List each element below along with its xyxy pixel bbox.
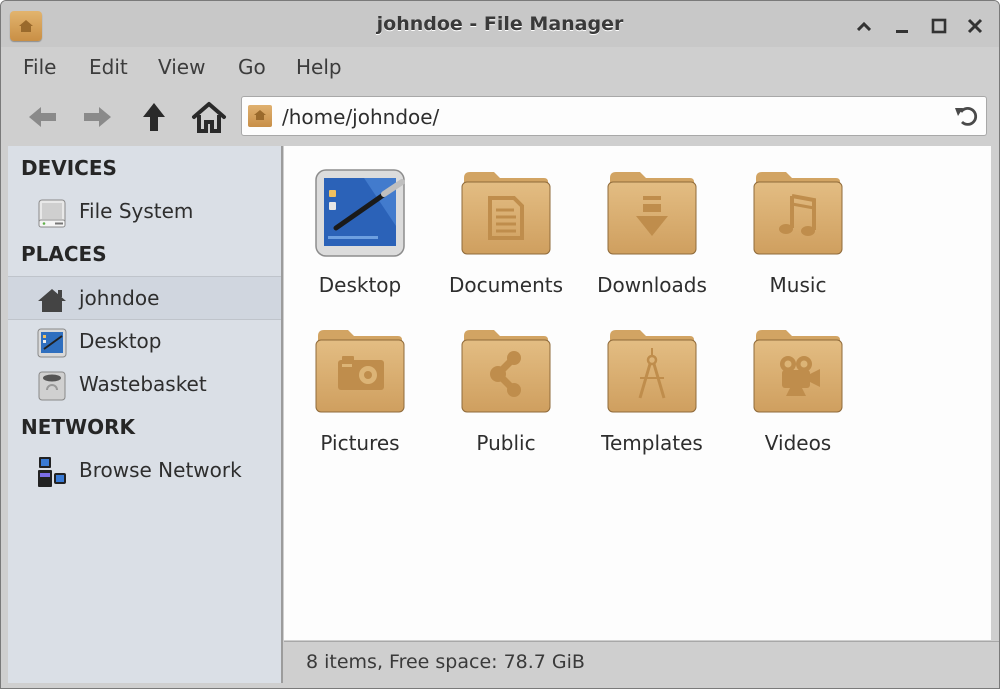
menu-view[interactable]: View xyxy=(158,55,205,79)
status-bar: 8 items, Free space: 78.7 GiB xyxy=(284,641,999,684)
sidebar-item-label: Browse Network xyxy=(79,458,242,482)
desktop-icon xyxy=(37,328,67,358)
sidebar-item-file-system[interactable]: File System xyxy=(8,190,281,232)
file-view[interactable]: Desktop Documents Downloads Music Pictur… xyxy=(284,146,991,640)
file-item-desktop[interactable]: Desktop xyxy=(286,146,426,297)
sidebar-item-label: johndoe xyxy=(79,286,160,310)
file-name: Videos xyxy=(764,431,832,455)
section-network: NETWORK xyxy=(21,415,136,439)
file-name: Documents xyxy=(448,273,564,297)
file-item-downloads[interactable]: Downloads xyxy=(578,146,718,297)
up-button[interactable] xyxy=(136,99,172,135)
file-name: Music xyxy=(769,273,827,297)
folder-pictures-icon xyxy=(315,330,405,413)
arrow-left-icon xyxy=(29,107,56,127)
drive-icon xyxy=(38,199,66,228)
minimize-button[interactable] xyxy=(891,15,913,37)
maximize-icon xyxy=(931,18,947,34)
file-name: Desktop xyxy=(318,273,402,297)
arrow-up-icon xyxy=(143,103,165,131)
file-name: Downloads xyxy=(597,273,707,297)
file-item-music[interactable]: Music xyxy=(724,146,864,297)
file-item-documents[interactable]: Documents xyxy=(432,146,572,297)
minimize-icon xyxy=(896,30,908,33)
file-item-templates[interactable]: Templates xyxy=(578,304,718,455)
file-name: Pictures xyxy=(320,431,400,455)
window-title: johndoe - File Manager xyxy=(376,13,624,35)
network-icon xyxy=(38,457,66,487)
trash-icon xyxy=(38,371,66,401)
shade-button[interactable] xyxy=(853,15,875,37)
file-item-public[interactable]: Public xyxy=(432,304,572,455)
folder-videos-icon xyxy=(753,330,843,413)
sidebar-item-label: File System xyxy=(79,199,194,223)
folder-home-icon xyxy=(248,105,272,127)
folder-templates-icon xyxy=(607,330,697,413)
location-bar[interactable]: /home/johndoe/ xyxy=(241,96,987,136)
sidebar-item-johndoe[interactable]: johndoe xyxy=(8,276,281,320)
status-text: 8 items, Free space: 78.7 GiB xyxy=(306,651,585,673)
menu-help[interactable]: Help xyxy=(296,55,342,79)
file-name: Templates xyxy=(601,431,703,455)
back-button[interactable] xyxy=(25,99,61,135)
folder-publicshare-icon xyxy=(461,330,551,413)
desktop-icon xyxy=(315,169,405,257)
menu-bar: File Edit View Go Help xyxy=(1,47,999,89)
folder-music-icon xyxy=(753,172,843,255)
section-devices: DEVICES xyxy=(21,156,117,180)
file-item-pictures[interactable]: Pictures xyxy=(286,304,426,455)
forward-button[interactable] xyxy=(79,99,115,135)
chevron-up-icon xyxy=(857,21,871,31)
maximize-button[interactable] xyxy=(928,15,950,37)
home-button[interactable] xyxy=(191,99,227,135)
menu-go[interactable]: Go xyxy=(238,55,266,79)
location-path[interactable]: /home/johndoe/ xyxy=(282,105,439,129)
folder-documents-icon xyxy=(461,172,551,255)
close-icon xyxy=(967,18,983,34)
home-icon xyxy=(192,102,226,133)
toolbar: /home/johndoe/ xyxy=(1,89,999,144)
section-places: PLACES xyxy=(21,242,107,266)
sidebar: DEVICES File System PLACES johndoe Deskt… xyxy=(8,146,283,683)
sidebar-item-desktop[interactable]: Desktop xyxy=(8,320,281,362)
file-item-videos[interactable]: Videos xyxy=(724,304,864,455)
menu-edit[interactable]: Edit xyxy=(89,55,128,79)
file-manager-window: johndoe - File Manager File Edit View Go… xyxy=(0,0,1000,689)
sidebar-item-wastebasket[interactable]: Wastebasket xyxy=(8,363,281,405)
close-button[interactable] xyxy=(964,15,986,37)
sidebar-item-label: Desktop xyxy=(79,329,162,353)
title-bar[interactable]: johndoe - File Manager xyxy=(1,1,999,47)
file-name: Public xyxy=(476,431,536,455)
reload-icon[interactable] xyxy=(954,105,978,127)
arrow-right-icon xyxy=(84,107,111,127)
folder-download-icon xyxy=(607,172,697,255)
sidebar-item-label: Wastebasket xyxy=(79,372,207,396)
sidebar-item-browse-network[interactable]: Browse Network xyxy=(8,449,281,491)
home-icon xyxy=(38,289,66,312)
menu-file[interactable]: File xyxy=(23,55,56,79)
